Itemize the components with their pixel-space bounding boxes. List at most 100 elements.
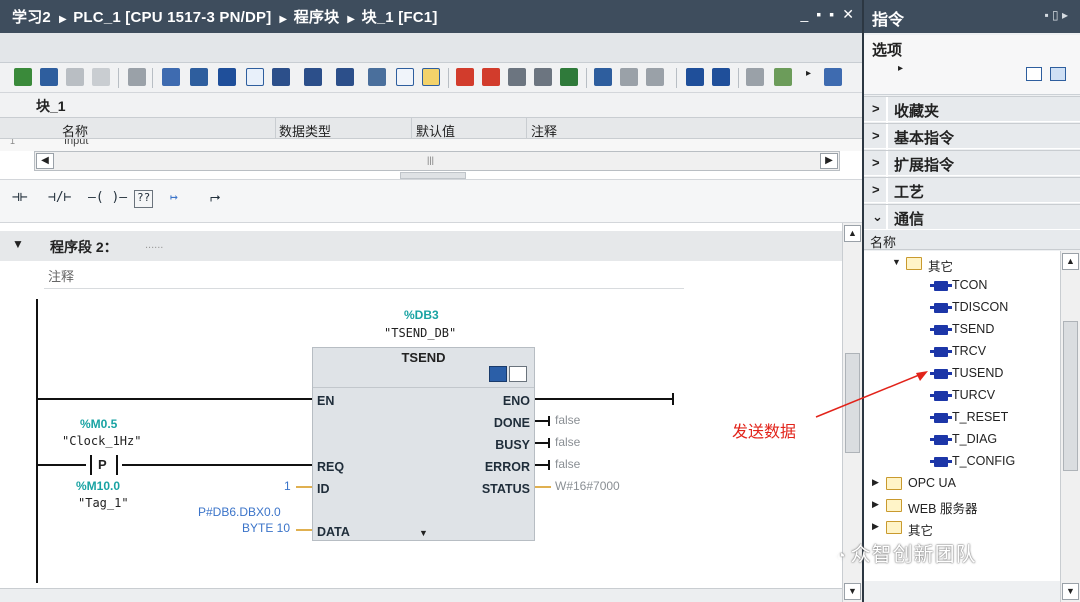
tree-item[interactable]: ▼ 其它 bbox=[864, 253, 1060, 275]
interface-row[interactable]: 1 Input bbox=[0, 139, 862, 151]
instance-address[interactable]: %DB3 bbox=[404, 308, 439, 322]
load-values-icon[interactable] bbox=[534, 68, 552, 86]
snapshot-icon[interactable] bbox=[508, 68, 526, 86]
col-default[interactable]: 默认值 bbox=[416, 121, 455, 140]
section-extended[interactable]: > 扩展指令 bbox=[864, 150, 1080, 177]
open-branch-icon[interactable]: ↦ bbox=[170, 190, 178, 212]
tree-item[interactable]: T_DIAG bbox=[864, 429, 1060, 451]
section-communication[interactable]: ⌄ 通信 bbox=[864, 204, 1080, 231]
show-favorites-icon[interactable] bbox=[396, 68, 414, 86]
expand-right-icon[interactable]: ▶ bbox=[872, 477, 879, 488]
section-basic[interactable]: > 基本指令 bbox=[864, 123, 1080, 150]
breadcrumb-folder[interactable]: 程序块 bbox=[294, 9, 340, 26]
options-arrow-icon[interactable]: ▸ bbox=[898, 63, 903, 74]
tree-item[interactable]: TRCV bbox=[864, 341, 1060, 363]
scroll-up-icon[interactable]: ▲ bbox=[844, 225, 861, 242]
interface-hscrollbar[interactable]: ◀ ▶ ||| bbox=[34, 151, 840, 171]
delete-row-icon[interactable] bbox=[40, 68, 58, 86]
expand-block-icon[interactable]: ▼ bbox=[419, 528, 428, 538]
pane-pin-icon[interactable]: ▪ ▯ ▸ bbox=[1044, 8, 1068, 22]
expand-right-icon[interactable]: ▶ bbox=[872, 521, 879, 532]
network-comment-icon[interactable] bbox=[336, 68, 354, 86]
absolute-address-icon[interactable] bbox=[128, 68, 146, 86]
close-branch-icon[interactable]: ⮣ bbox=[210, 190, 220, 212]
no-contact-icon[interactable]: ⊣⊢ bbox=[12, 190, 28, 212]
col-comment[interactable]: 注释 bbox=[531, 121, 557, 140]
splitter-handle[interactable] bbox=[400, 172, 466, 179]
coil-icon[interactable]: –( )– bbox=[88, 190, 127, 212]
id-value[interactable]: 1 bbox=[284, 479, 291, 493]
col-name[interactable]: 名称 bbox=[62, 121, 88, 140]
list-icon[interactable] bbox=[1050, 67, 1066, 81]
compare-icon[interactable] bbox=[774, 68, 792, 86]
close-icon[interactable]: ✕ bbox=[842, 6, 854, 23]
tree-item[interactable]: TCON bbox=[864, 275, 1060, 297]
empty-box-icon[interactable]: ?? bbox=[134, 190, 154, 208]
branch-icon[interactable] bbox=[620, 68, 638, 86]
instance-name[interactable]: "TSEND_DB" bbox=[384, 326, 456, 340]
nc-contact-icon[interactable]: ⊣/⊢ bbox=[48, 190, 71, 212]
monitoring-off-icon[interactable] bbox=[456, 68, 474, 86]
close-branch-icon[interactable] bbox=[646, 68, 664, 86]
delete-network-icon[interactable] bbox=[92, 68, 110, 86]
network-header[interactable]: ▼ 程序段 2： ...... bbox=[0, 231, 842, 261]
tsend-function-block[interactable]: TSEND EN REQ ID DATA ENO DONE BUSY ERROR… bbox=[312, 347, 535, 541]
data-address[interactable]: P#DB6.DBX0.0 bbox=[198, 505, 281, 519]
comment-icon[interactable] bbox=[246, 68, 264, 86]
panel-toggle-icon[interactable] bbox=[824, 68, 842, 86]
address-display-icon[interactable] bbox=[368, 68, 386, 86]
maximize-icon[interactable]: ▪ bbox=[829, 6, 834, 23]
minimize-icon[interactable]: _ bbox=[801, 6, 809, 23]
contact-address[interactable]: %M0.5 bbox=[80, 417, 117, 431]
expand-icon[interactable] bbox=[218, 68, 236, 86]
contact-tag[interactable]: "Clock_1Hz" bbox=[62, 434, 141, 448]
collapse-icon[interactable] bbox=[190, 68, 208, 86]
scroll-left-icon[interactable]: ◀ bbox=[36, 153, 54, 169]
breadcrumb-block[interactable]: 块_1 [FC1] bbox=[362, 9, 438, 26]
p-contact[interactable]: P bbox=[86, 455, 122, 475]
section-technology[interactable]: > 工艺 bbox=[864, 177, 1080, 204]
tree-vscrollbar[interactable]: ▲ ▼ bbox=[1060, 251, 1080, 602]
scroll-right-icon[interactable]: ▶ bbox=[820, 153, 838, 169]
scroll-up-icon[interactable]: ▲ bbox=[1062, 253, 1079, 270]
network-title-placeholder[interactable]: ...... bbox=[145, 239, 163, 251]
tree-item[interactable]: T_CONFIG bbox=[864, 451, 1060, 473]
tag-info-icon[interactable] bbox=[272, 68, 290, 86]
favorites-icon[interactable] bbox=[304, 68, 322, 86]
download-icon[interactable] bbox=[560, 68, 578, 86]
network-config-icon[interactable] bbox=[489, 366, 507, 382]
settings-icon[interactable] bbox=[746, 68, 764, 86]
collapse-network-icon[interactable]: ▼ bbox=[12, 237, 24, 251]
highlight-icon[interactable] bbox=[422, 68, 440, 86]
tree-item[interactable]: ▶ WEB 服务器 bbox=[864, 495, 1060, 517]
scroll-thumb[interactable] bbox=[1063, 321, 1078, 471]
tree-item[interactable]: ▶ OPC UA bbox=[864, 473, 1060, 495]
call-hierarchy-icon[interactable] bbox=[594, 68, 612, 86]
edge-address[interactable]: %M10.0 bbox=[76, 479, 120, 493]
tree-item[interactable]: ▶ 其它 bbox=[864, 517, 1060, 539]
insert-network-icon[interactable] bbox=[66, 68, 84, 86]
diagnostics-icon[interactable] bbox=[509, 366, 527, 382]
edge-tag[interactable]: "Tag_1" bbox=[78, 496, 129, 510]
expand-down-icon[interactable]: ▼ bbox=[892, 257, 901, 267]
tree-header-label[interactable]: 名称 bbox=[870, 232, 896, 251]
insert-row-icon[interactable] bbox=[14, 68, 32, 86]
expand-right-icon[interactable]: ▶ bbox=[872, 499, 879, 510]
go-back-icon[interactable] bbox=[712, 68, 730, 86]
tree-item[interactable]: TSEND bbox=[864, 319, 1060, 341]
network-comment[interactable]: 注释 bbox=[44, 263, 684, 289]
scroll-down-icon[interactable]: ▼ bbox=[844, 583, 861, 600]
tree-item[interactable]: TDISCON bbox=[864, 297, 1060, 319]
breadcrumb-project[interactable]: 学习2 bbox=[12, 9, 51, 26]
col-datatype[interactable]: 数据类型 bbox=[279, 121, 331, 140]
view-icon[interactable] bbox=[1026, 67, 1042, 81]
monitoring-icon[interactable] bbox=[482, 68, 500, 86]
float-icon[interactable]: ▪ bbox=[816, 6, 821, 23]
data-length[interactable]: BYTE 10 bbox=[242, 521, 290, 535]
scroll-down-icon[interactable]: ▼ bbox=[1062, 583, 1079, 600]
section-favorites[interactable]: > 收藏夹 bbox=[864, 96, 1080, 123]
breadcrumb-device[interactable]: PLC_1 [CPU 1517-3 PN/DP] bbox=[73, 9, 271, 26]
go-to-icon[interactable] bbox=[686, 68, 704, 86]
list-view-icon[interactable] bbox=[162, 68, 180, 86]
more-icon[interactable]: ▸ bbox=[806, 68, 814, 86]
